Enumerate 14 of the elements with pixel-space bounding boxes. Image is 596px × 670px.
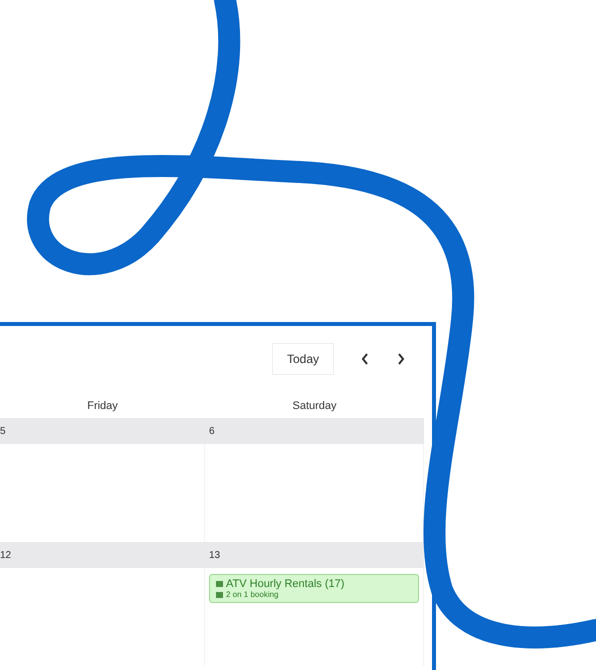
square-icon <box>216 581 223 587</box>
date-number: 13 <box>208 550 222 560</box>
calendar-event[interactable]: ATV Hourly Rentals (17) 2 on 1 booking <box>209 574 419 603</box>
chevron-right-icon[interactable] <box>396 352 406 366</box>
weekday-header: Saturday <box>291 400 338 414</box>
date-number: 6 <box>208 426 216 436</box>
square-icon <box>216 592 223 598</box>
date-number: 12 <box>0 550 12 560</box>
today-button[interactable]: Today <box>272 343 334 375</box>
weekday-header: Friday <box>86 400 119 414</box>
event-title: ATV Hourly Rentals (17) <box>226 578 344 590</box>
date-number: 5 <box>0 426 7 436</box>
chevron-left-icon[interactable] <box>360 352 370 366</box>
event-detail: 2 on 1 booking <box>226 590 278 599</box>
